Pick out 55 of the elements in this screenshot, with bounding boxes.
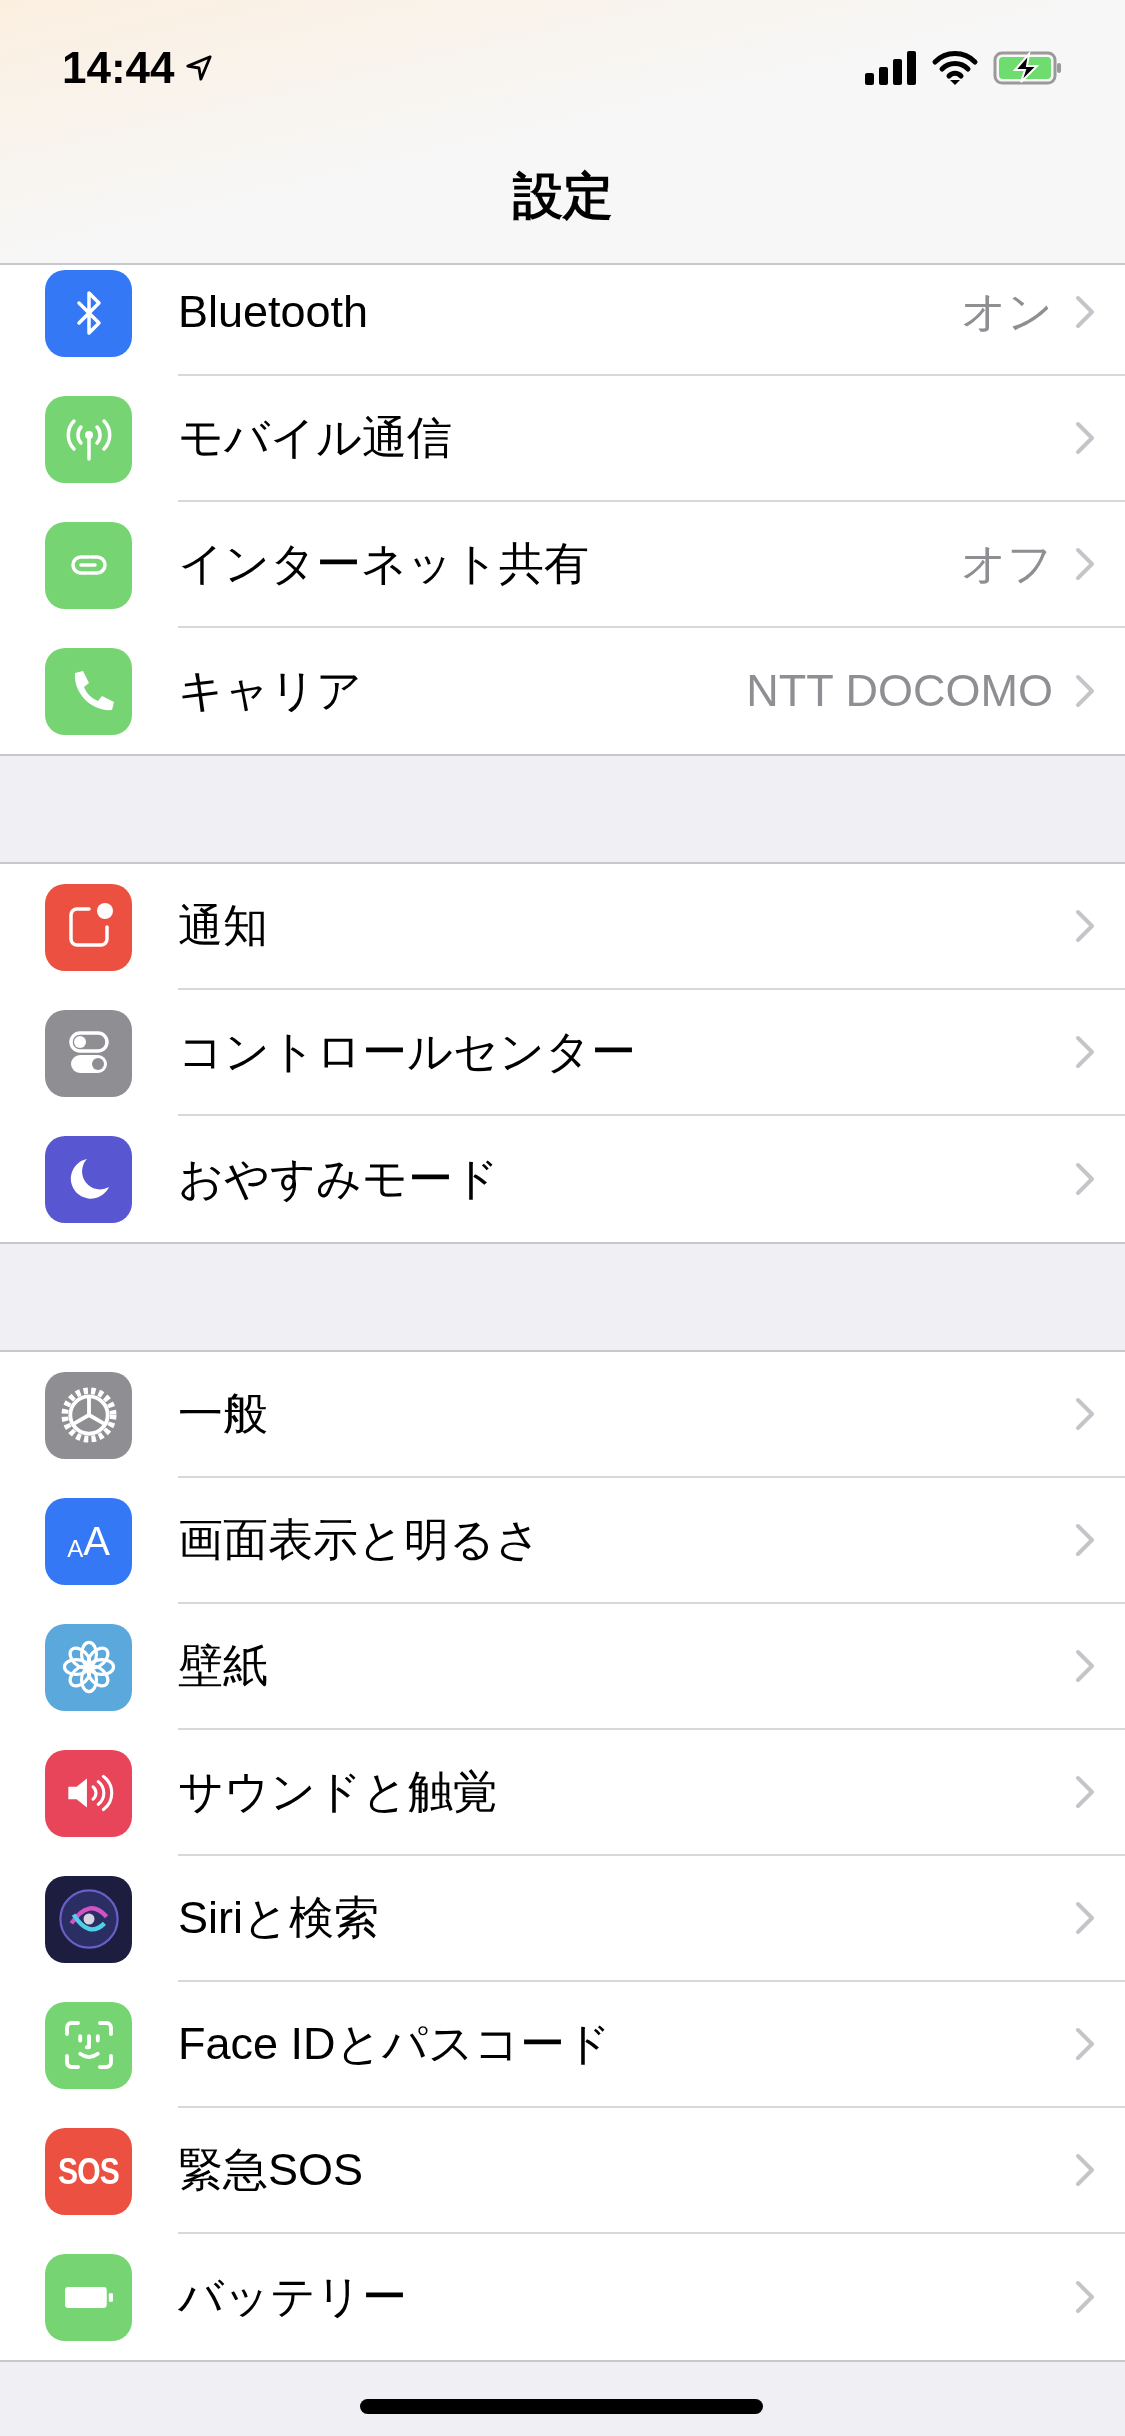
settings-row[interactable]: SOS 緊急SOS	[0, 2108, 1125, 2234]
chevron-icon	[1075, 1523, 1095, 1557]
settings-row[interactable]: AA 画面表示と明るさ	[0, 1478, 1125, 1604]
row-label: キャリア	[178, 664, 363, 719]
chevron-icon	[1075, 1649, 1095, 1683]
settings-row[interactable]: Face IDとパスコード	[0, 1982, 1125, 2108]
row-label: バッテリー	[178, 2270, 408, 2325]
settings-row[interactable]: Siriと検索	[0, 1856, 1125, 1982]
row-label: 一般	[178, 1387, 269, 1442]
chevron-icon	[1075, 421, 1095, 455]
row-label: Siriと検索	[178, 1891, 380, 1946]
signal-icon	[865, 51, 917, 85]
chevron-icon	[1075, 295, 1095, 329]
row-label: 画面表示と明るさ	[178, 1513, 542, 1568]
row-label: コントロールセンター	[178, 1025, 637, 1080]
chevron-icon	[1075, 2280, 1095, 2314]
chevron-icon	[1075, 2153, 1095, 2187]
row-label: インターネット共有	[178, 537, 590, 592]
chevron-icon	[1075, 2027, 1095, 2061]
chevron-icon	[1075, 1901, 1095, 1935]
chevron-icon	[1075, 674, 1095, 708]
row-label: Face IDとパスコード	[178, 2017, 612, 2072]
row-label: 緊急SOS	[178, 2143, 365, 2198]
settings-row[interactable]: おやすみモード	[0, 1116, 1125, 1242]
row-value: オン	[961, 285, 1053, 340]
settings-row[interactable]: サウンドと触覚	[0, 1730, 1125, 1856]
chevron-icon	[1075, 1162, 1095, 1196]
settings-row[interactable]: コントロールセンター	[0, 990, 1125, 1116]
row-value: オフ	[961, 537, 1053, 592]
settings-row[interactable]: インターネット共有 オフ	[0, 502, 1125, 628]
nav-title: 設定	[512, 167, 613, 226]
settings-row[interactable]: 一般	[0, 1352, 1125, 1478]
row-label: サウンドと触覚	[178, 1765, 499, 1820]
chevron-icon	[1075, 1035, 1095, 1069]
sos-icon: SOS	[57, 2152, 120, 2190]
settings-row[interactable]: Bluetooth オン	[0, 265, 1125, 376]
battery-icon	[64, 2286, 113, 2308]
text-size-icon: AA	[67, 1521, 110, 1561]
row-label: 通知	[178, 899, 269, 954]
row-value: NTT DOCOMO	[746, 664, 1053, 719]
row-label: Bluetooth	[178, 285, 370, 340]
chevron-icon	[1075, 1397, 1095, 1431]
settings-row[interactable]: モバイル通信	[0, 376, 1125, 502]
row-label: おやすみモード	[178, 1152, 500, 1207]
settings-row[interactable]: バッテリー	[0, 2234, 1125, 2360]
clock-time: 14:44	[62, 42, 175, 94]
settings-row[interactable]: キャリア NTT DOCOMO	[0, 628, 1125, 754]
row-label: 壁紙	[178, 1639, 269, 1694]
chevron-icon	[1075, 547, 1095, 581]
chevron-icon	[1075, 909, 1095, 943]
settings-row[interactable]: 通知	[0, 864, 1125, 990]
settings-row[interactable]: 壁紙	[0, 1604, 1125, 1730]
chevron-icon	[1075, 1775, 1095, 1809]
wifi-icon	[931, 50, 979, 86]
row-label: モバイル通信	[178, 411, 453, 466]
